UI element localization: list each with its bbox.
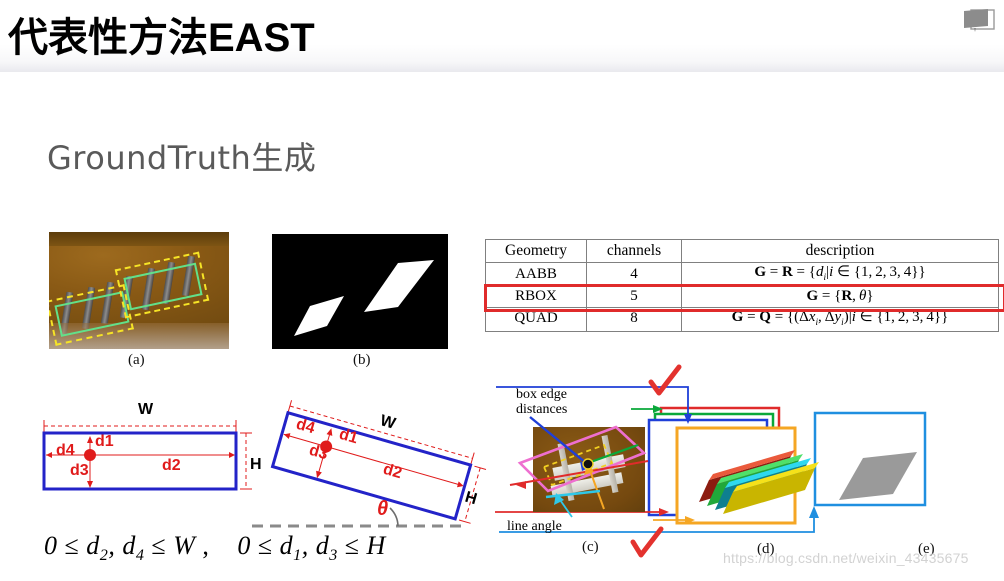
label-theta-rot: θ	[377, 498, 389, 520]
figure-a-caption: (a)	[128, 352, 145, 368]
cell-channels-quad: 8	[586, 306, 682, 332]
table-header-description: description	[681, 238, 999, 264]
formula-left: 0 ≤ d2, d4 ≤ W ,	[44, 531, 210, 565]
watermark: https://blog.csdn.net/weixin_43435675	[723, 550, 969, 566]
label-box-edge-distances: box edge distances	[516, 387, 568, 417]
label-H-axis: H	[250, 456, 262, 473]
table-header-channels: channels	[586, 238, 682, 264]
slide-header: 代表性方法EAST	[0, 0, 1004, 72]
table-header-row: Geometry channels description	[485, 238, 999, 264]
figure-b-image	[272, 234, 448, 349]
geometry-table: Geometry channels description AABB 4 G =…	[485, 238, 999, 332]
cell-channels-aabb: 4	[586, 262, 682, 288]
label-d2-axis: d2	[162, 457, 181, 474]
figure-a-rail	[49, 232, 229, 246]
cell-geometry-rbox: RBOX	[485, 286, 587, 308]
book-monitor-icon	[962, 8, 996, 38]
slide-root: 代表性方法EAST GroundTruth生成 (a) (b) Geometry…	[0, 0, 1004, 581]
figure-b-caption: (b)	[353, 352, 371, 368]
cell-description-rbox: G = {R, θ}	[681, 286, 999, 308]
cell-channels-rbox: 5	[586, 286, 682, 308]
section-subtitle: GroundTruth生成	[47, 139, 317, 177]
label-W-axis: W	[138, 401, 154, 418]
red-checkmark-icon	[648, 364, 682, 396]
figure-c-caption: (c)	[582, 539, 599, 555]
constraint-formula: 0 ≤ d2, d4 ≤ W , 0 ≤ d1, d3 ≤ H	[44, 531, 386, 565]
cell-description-aabb: G = R = {di|i ∈ {1, 2, 3, 4}}	[681, 262, 999, 288]
label-d1-axis: d1	[95, 433, 114, 450]
figure-a-image	[49, 232, 229, 349]
table-header-geometry: Geometry	[485, 238, 587, 264]
table-row: QUAD 8 G = Q = {(Δxi, Δyi)|i ∈ {1, 2, 3,…	[485, 306, 999, 332]
table-row: AABB 4 G = R = {di|i ∈ {1, 2, 3, 4}}	[485, 262, 999, 288]
cell-description-quad: G = Q = {(Δxi, Δyi)|i ∈ {1, 2, 3, 4}}	[681, 306, 999, 332]
red-checkmark-icon	[630, 526, 664, 558]
page-title: 代表性方法EAST	[8, 16, 315, 60]
formula-right: 0 ≤ d1, d3 ≤ H	[237, 531, 386, 565]
figure-a-dashed-quad	[114, 251, 210, 319]
label-d4-axis: d4	[56, 442, 75, 459]
figure-b-mask	[294, 260, 434, 336]
label-line-angle: line angle	[507, 519, 562, 534]
cell-geometry-quad: QUAD	[485, 306, 587, 332]
label-d3-axis: d3	[70, 462, 89, 479]
cell-geometry-aabb: AABB	[485, 262, 587, 288]
table-row: RBOX 5 G = {R, θ}	[485, 286, 999, 308]
